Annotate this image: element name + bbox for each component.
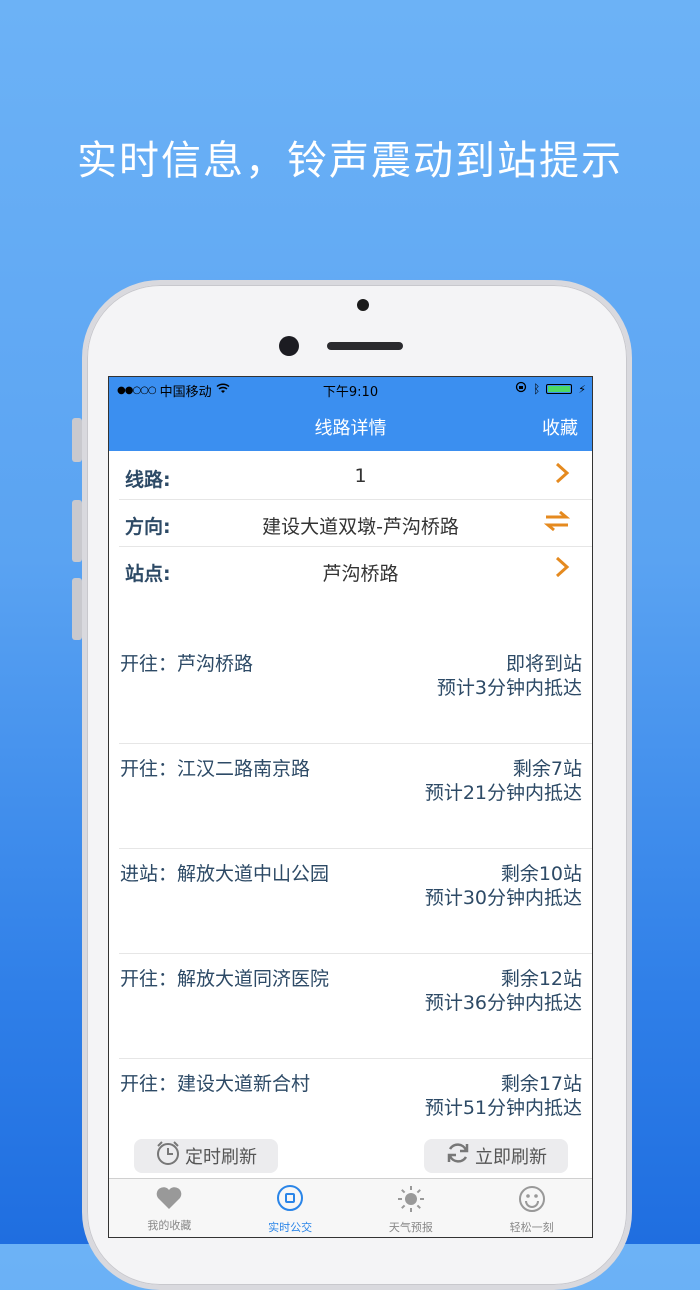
bluetooth-icon: ᛒ <box>533 382 541 396</box>
orientation-lock-icon <box>515 381 527 397</box>
list-item: 开往：芦沟桥路 即将到站 预计3分钟内抵达 <box>109 639 592 744</box>
battery-icon <box>546 384 573 394</box>
station-label: 站点: <box>125 563 171 585</box>
timed-refresh-label: 定时刷新 <box>185 1147 257 1168</box>
station-value: 芦沟桥路 <box>322 563 399 585</box>
timed-refresh-button[interactable]: 定时刷新 <box>134 1139 278 1173</box>
bus-eta: 预计51分钟内抵达 <box>424 1097 582 1119</box>
bus-next-stop: 开往：建设大道新合村 <box>120 1073 311 1095</box>
chevron-right-icon[interactable] <box>554 556 570 584</box>
favorite-button[interactable]: 收藏 <box>542 414 578 440</box>
bus-remaining-stops: 剩余12站 <box>500 968 582 990</box>
proximity-sensor <box>357 299 369 311</box>
tab-relax[interactable]: 轻松一刻 <box>471 1179 592 1237</box>
list-item: 开往：解放大道同济医院 剩余12站 预计36分钟内抵达 <box>109 954 592 1059</box>
tab-label: 我的收藏 <box>147 1219 192 1232</box>
refresh-icon <box>445 1140 471 1172</box>
bus-eta: 预计3分钟内抵达 <box>436 677 582 699</box>
tab-weather[interactable]: 天气预报 <box>351 1179 472 1237</box>
tab-bar: 我的收藏 实时公交 天气预报 轻松一刻 <box>109 1178 592 1237</box>
refresh-now-label: 立即刷新 <box>475 1147 547 1168</box>
status-bar: ●●○○○ 中国移动 下午9:10 ᛒ ⚡ <box>109 377 592 401</box>
bus-next-stop: 开往：江汉二路南京路 <box>120 758 311 780</box>
heart-icon <box>109 1185 230 1217</box>
phone-side-button-silent <box>72 418 82 462</box>
bus-next-stop: 开往：芦沟桥路 <box>120 653 254 675</box>
tab-favorites[interactable]: 我的收藏 <box>109 1179 230 1237</box>
charging-icon: ⚡ <box>578 382 586 396</box>
station-row[interactable]: 站点: 芦沟桥路 <box>109 547 592 594</box>
bus-remaining-stops: 剩余10站 <box>500 863 582 885</box>
refresh-now-button[interactable]: 立即刷新 <box>424 1139 568 1173</box>
chevron-right-icon[interactable] <box>554 462 570 490</box>
direction-label: 方向: <box>125 516 171 538</box>
nav-bar: 线路详情 收藏 <box>109 401 592 451</box>
bus-remaining-stops: 剩余17站 <box>500 1073 582 1095</box>
bus-eta: 预计30分钟内抵达 <box>424 887 582 909</box>
alarm-clock-icon <box>155 1140 181 1172</box>
tab-label: 实时公交 <box>268 1221 313 1234</box>
phone-side-button-volume-down <box>72 578 82 640</box>
tab-label: 天气预报 <box>388 1221 433 1234</box>
bus-eta: 预计21分钟内抵达 <box>424 782 582 804</box>
bus-remaining-stops: 剩余7站 <box>512 758 582 780</box>
route-value: 1 <box>354 465 367 487</box>
earpiece-speaker <box>327 342 403 350</box>
bus-icon <box>277 1185 304 1211</box>
sun-icon <box>351 1185 472 1219</box>
tab-realtime-bus[interactable]: 实时公交 <box>230 1179 351 1237</box>
app-screen: ●●○○○ 中国移动 下午9:10 ᛒ ⚡ 线路详情 收藏 线路: 1 方向: <box>108 376 593 1238</box>
direction-value: 建设大道双墩-芦沟桥路 <box>262 516 459 538</box>
direction-row[interactable]: 方向: 建设大道双墩-芦沟桥路 <box>109 500 592 547</box>
bus-next-stop: 开往：解放大道同济医院 <box>120 968 330 990</box>
route-row[interactable]: 线路: 1 <box>109 453 592 500</box>
front-camera <box>279 336 299 356</box>
bus-remaining-stops: 即将到站 <box>505 653 582 675</box>
smile-icon <box>471 1185 592 1219</box>
phone-side-button-volume-up <box>72 500 82 562</box>
list-item: 进站：解放大道中山公园 剩余10站 预计30分钟内抵达 <box>109 849 592 954</box>
tab-label: 轻松一刻 <box>509 1221 554 1234</box>
list-item: 开往：江汉二路南京路 剩余7站 预计21分钟内抵达 <box>109 744 592 849</box>
bus-eta: 预计36分钟内抵达 <box>424 992 582 1014</box>
bus-next-stop: 进站：解放大道中山公园 <box>120 863 330 885</box>
promo-headline: 实时信息，铃声震动到站提示 <box>77 138 623 184</box>
page-title: 线路详情 <box>314 418 387 439</box>
route-label: 线路: <box>125 469 171 491</box>
swap-direction-icon[interactable] <box>543 509 571 539</box>
